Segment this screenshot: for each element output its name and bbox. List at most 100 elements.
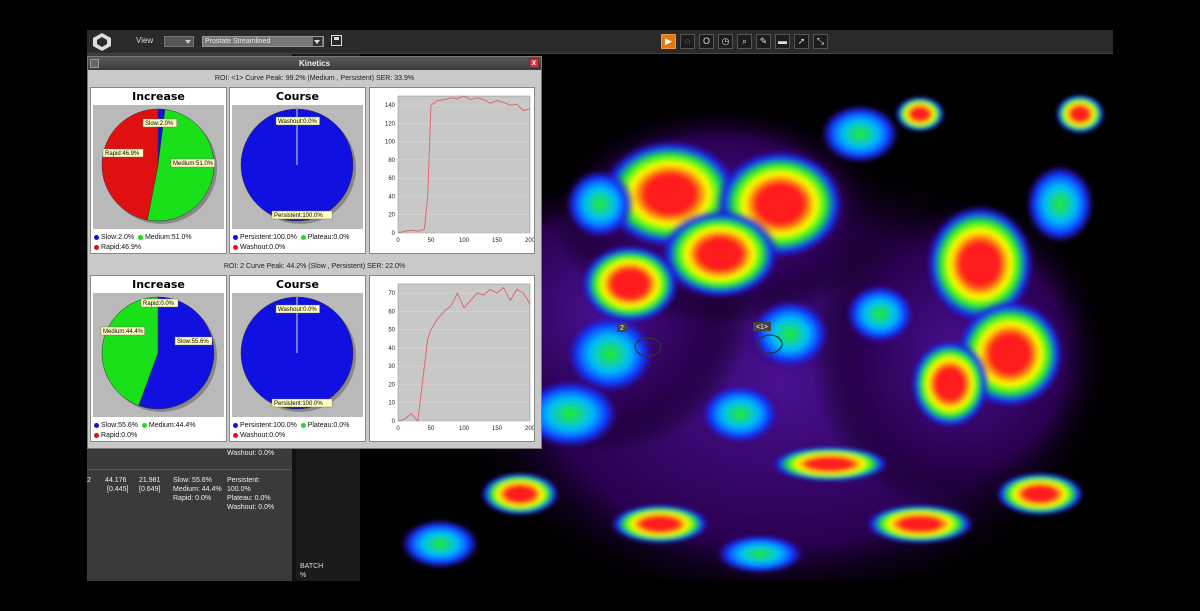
slow-dot	[94, 234, 99, 240]
roi-2-increase-card: Increase Rapid:0.0% Medium:44.4% Slow:55.6…	[90, 275, 227, 442]
washout-dot	[233, 432, 238, 438]
y-tick-label: 120	[385, 121, 396, 127]
legend-slow: Slow:55.6%	[101, 422, 138, 429]
protocol-select[interactable]: Prostate Streamlined	[202, 36, 324, 47]
course-legend: Persistent:100.0% Plateau:0.0% Washout:0…	[233, 421, 349, 441]
persistent-dot	[233, 234, 238, 240]
increase-title: Increase	[132, 90, 185, 103]
y-tick-label: 40	[388, 346, 395, 352]
row-inc2: Medium: 44.4%	[173, 486, 222, 493]
pie-label-washout: Washout:0.0%	[278, 119, 317, 125]
y-tick-label: 50	[388, 328, 395, 334]
y-tick-label: 60	[388, 309, 395, 315]
batch-text: BATCH	[300, 563, 324, 570]
increase-legend: Slow:55.6% Medium:44.4% Rapid:0.0%	[94, 421, 196, 441]
x-tick-label: 100	[459, 238, 470, 244]
increase-title: Increase	[132, 278, 185, 291]
roi-1-curve-chart: 0204060801001201400 50 100 150 200	[369, 87, 535, 254]
pie-label-rapid: Rapid:46.9%	[105, 151, 140, 157]
x-tick-label: 150	[492, 238, 503, 244]
y-tick-label: 80	[388, 158, 395, 164]
roi-2-course-card: Course Washout:0.0% Persistent:100.0% Per…	[229, 275, 366, 442]
top-toolbar: View Prostate Streamlined ▶ ◌ O ◷ ⌕ ✎ ▬ …	[87, 30, 1113, 54]
chevron-down-icon	[313, 37, 322, 46]
row-c3: Washout: 0.0%	[227, 504, 275, 511]
ruler-icon[interactable]: ▬	[775, 34, 790, 49]
course-legend: Persistent:100.0% Plateau:0.0% Washout:0…	[233, 233, 349, 253]
row-v1: 44.176	[105, 477, 127, 484]
persistent-dot	[233, 422, 238, 428]
close-icon[interactable]: x	[529, 58, 539, 68]
y-tick-label: 100	[385, 140, 396, 146]
slow-dot	[94, 422, 99, 428]
legend-plateau: Plateau:0.0%	[307, 234, 350, 241]
roi-2-label: 2	[620, 325, 624, 332]
zoom-icon[interactable]: ⌕	[737, 34, 752, 49]
tool-buttons: ▶ ◌ O ◷ ⌕ ✎ ▬ ➚ ⤡	[661, 34, 828, 50]
kinetics-title: Kinetics	[298, 59, 331, 68]
app-logo-icon	[93, 33, 111, 51]
increase-pie: Slow:2.0% Rapid:46.9% Medium:51.0%	[93, 105, 224, 229]
window-menu-icon[interactable]	[90, 59, 99, 68]
lasso-icon[interactable]: ◌	[680, 34, 695, 49]
y-tick-label: 20	[388, 213, 395, 219]
legend-washout: Washout:0.0%	[240, 432, 286, 439]
pie-label-persistent: Persistent:100.0%	[274, 213, 323, 219]
pie-label-persistent: Persistent:100.0%	[274, 401, 323, 407]
legend-rapid: Rapid:0.0%	[101, 432, 138, 439]
pen-icon[interactable]: ✎	[756, 34, 771, 49]
roi-2-curve-chart: 0102030405060700 50 100 150 200	[369, 275, 535, 442]
course-pie: Washout:0.0% Persistent:100.0%	[232, 293, 363, 417]
fit-icon[interactable]: ⤡	[813, 34, 828, 49]
row-inc1: Slow: 55.6%	[173, 477, 212, 484]
roi-1-course-card: Course Washout:0.0% Persistent:100.0% Per…	[229, 87, 366, 254]
x-tick-label: 150	[492, 426, 503, 432]
row-inc3: Rapid: 0.0%	[173, 495, 212, 502]
batch-label: BATCH %	[300, 562, 323, 580]
plot-area	[397, 95, 531, 234]
x-tick-label: 200	[525, 426, 535, 432]
arrow-icon[interactable]: ➚	[794, 34, 809, 49]
layout-dropdown[interactable]	[164, 36, 194, 47]
save-icon[interactable]	[331, 35, 342, 46]
medium-dot	[141, 422, 147, 428]
view-label: View	[136, 36, 154, 45]
rapid-dot	[94, 244, 99, 250]
pie-label-washout: Washout:0.0%	[278, 307, 317, 313]
row-c2: Plateau: 0.0%	[227, 495, 271, 502]
y-tick-label: 60	[388, 176, 395, 182]
row-divider	[87, 469, 292, 470]
row-v2b: [0.649]	[139, 486, 161, 493]
y-tick-label: 10	[388, 401, 395, 407]
legend-persistent: Persistent:100.0%	[240, 422, 297, 429]
ellipse-icon[interactable]: O	[699, 34, 714, 49]
y-tick-label: 70	[388, 291, 395, 297]
washout-label: Washout: 0.0%	[227, 450, 275, 457]
clock-icon[interactable]: ◷	[718, 34, 733, 49]
x-tick-label: 50	[428, 238, 435, 244]
pie-label-medium: Medium:44.4%	[103, 329, 144, 335]
kinetics-window[interactable]: Kinetics x ROI: <1> Curve Peak: 99.2% (M…	[87, 56, 542, 449]
medium-dot	[137, 234, 143, 240]
y-tick-label: 30	[388, 364, 395, 370]
roi-2-header: ROI: 2 Curve Peak: 44.2% (Slow , Persist…	[88, 260, 541, 273]
legend-persistent: Persistent:100.0%	[240, 234, 297, 241]
kinetics-titlebar[interactable]: Kinetics x	[88, 57, 541, 70]
legend-washout: Washout:0.0%	[240, 244, 286, 251]
y-tick-label: 20	[388, 382, 395, 388]
legend-rapid: Rapid:46.9%	[101, 244, 142, 251]
plot-area	[397, 283, 531, 422]
roi-1-label: <1>	[756, 324, 768, 331]
row-c1b: 100.0%	[227, 486, 251, 493]
rapid-dot	[94, 432, 99, 438]
washout-dot	[233, 244, 238, 250]
play-icon[interactable]: ▶	[661, 34, 676, 49]
legend-slow: Slow:2.0%	[101, 234, 135, 241]
increase-pie: Rapid:0.0% Medium:44.4% Slow:55.6%	[93, 293, 224, 417]
course-title: Course	[276, 278, 319, 291]
legend-plateau: Plateau:0.0%	[307, 422, 350, 429]
protocol-value: Prostate Streamlined	[205, 38, 271, 45]
x-tick-label: 200	[525, 238, 535, 244]
y-tick-label: 40	[388, 194, 395, 200]
pie-label-slow: Slow:55.6%	[177, 339, 209, 345]
